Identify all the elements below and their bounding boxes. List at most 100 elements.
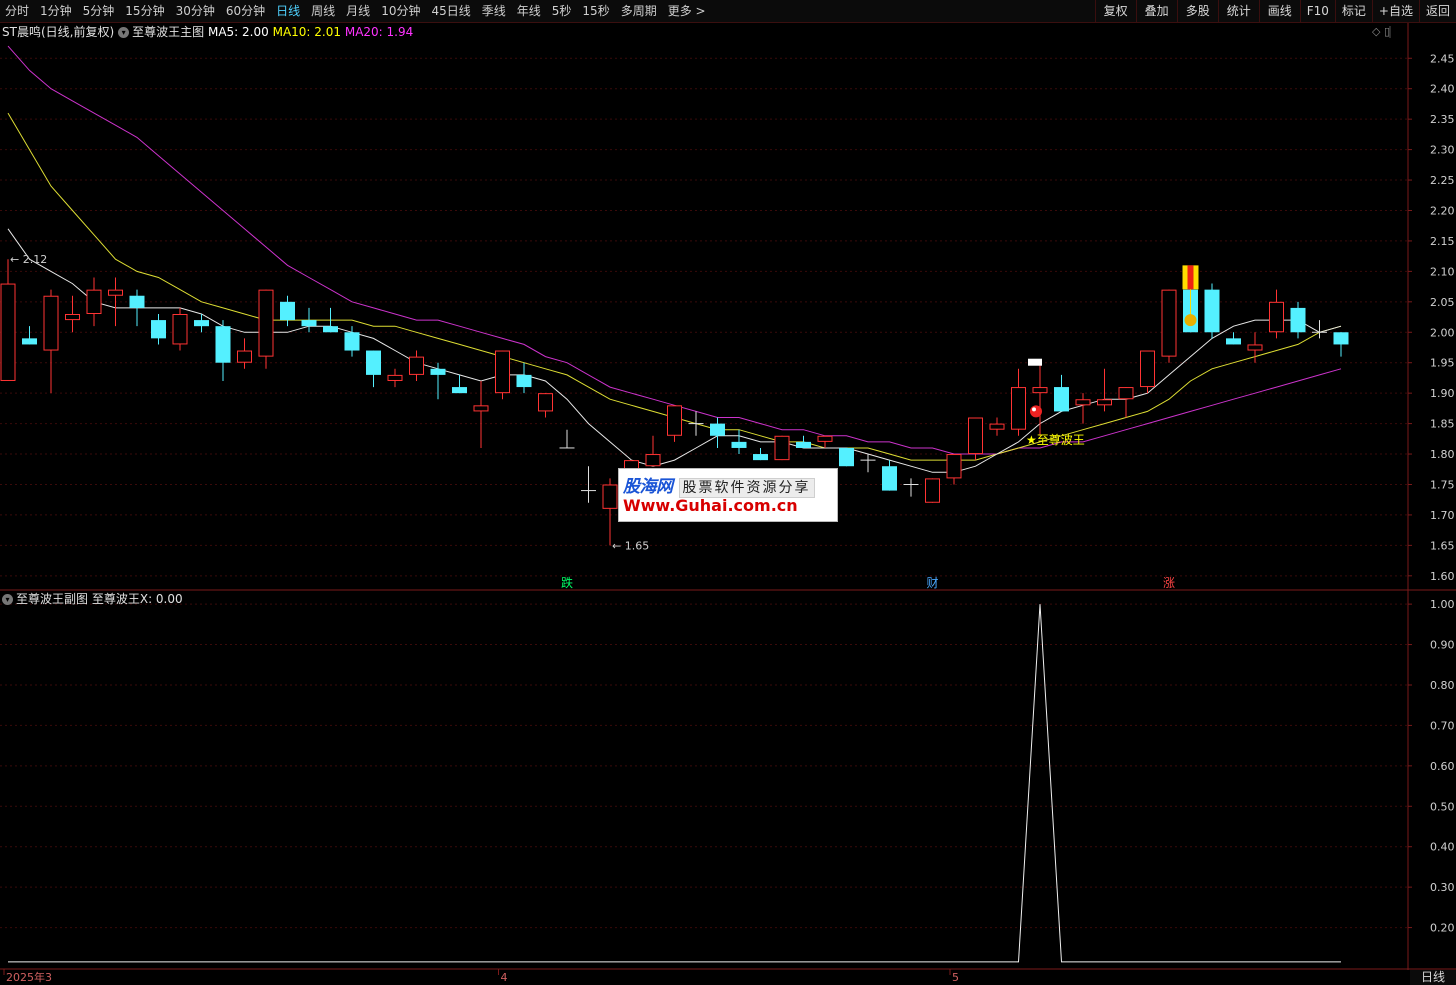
main-tick-label-3: 2.30 bbox=[1430, 144, 1455, 157]
candle-41 bbox=[882, 460, 897, 491]
sub-tick-label-0: 1.00 bbox=[1430, 598, 1455, 611]
period-tab-15[interactable]: 多周期 bbox=[616, 0, 663, 22]
event-marker-2: 涨 bbox=[1163, 575, 1175, 590]
tool-button-4[interactable]: 画线 bbox=[1258, 0, 1300, 22]
period-tab-1[interactable]: 1分钟 bbox=[35, 0, 78, 22]
candle-body-23 bbox=[495, 350, 510, 394]
watermark-banner: 股海网 股票软件资源分享 Www.Guhai.com.cn bbox=[618, 468, 838, 522]
candle-57 bbox=[1226, 332, 1241, 345]
period-tab-0[interactable]: 分时 bbox=[0, 0, 35, 22]
candle-28 bbox=[602, 478, 618, 546]
tool-button-2[interactable]: 多股 bbox=[1176, 0, 1218, 22]
period-tab-6[interactable]: 日线 bbox=[271, 0, 306, 22]
candle-body-37 bbox=[796, 441, 811, 448]
candle-body-11 bbox=[237, 350, 252, 363]
sub-indicator-settings-icon[interactable]: ▾ bbox=[2, 594, 13, 605]
tool-button-6[interactable]: 标记 bbox=[1334, 0, 1372, 22]
ma5-value: MA5: 2.00 bbox=[207, 25, 269, 39]
candle-body-19 bbox=[409, 356, 424, 375]
period-tab-7[interactable]: 周线 bbox=[306, 0, 341, 22]
sub-indicator-name[interactable]: 至尊波王副图 bbox=[16, 592, 88, 606]
sub-chart bbox=[8, 604, 1341, 963]
candle-3 bbox=[65, 295, 80, 333]
tool-button-0[interactable]: 复权 bbox=[1094, 0, 1136, 22]
period-tab-3[interactable]: 15分钟 bbox=[120, 0, 170, 22]
period-tab-2[interactable]: 5分钟 bbox=[78, 0, 121, 22]
candle-body-49 bbox=[1054, 387, 1069, 412]
candle-body-9 bbox=[194, 320, 209, 327]
candle-body-22 bbox=[473, 405, 489, 412]
chart-corner-icons[interactable]: ◇ ▯ bbox=[1372, 24, 1390, 40]
candle-body-13 bbox=[280, 301, 295, 321]
candle-body-20 bbox=[430, 368, 446, 375]
tool-button-1[interactable]: 叠加 bbox=[1135, 0, 1177, 22]
candle-body-10 bbox=[215, 326, 231, 363]
candle-body-46 bbox=[989, 423, 1005, 430]
main-tick-label-5: 2.20 bbox=[1430, 204, 1455, 217]
period-tab-4[interactable]: 30分钟 bbox=[171, 0, 221, 22]
tool-button-3[interactable]: 统计 bbox=[1217, 0, 1259, 22]
period-tab-9[interactable]: 10分钟 bbox=[376, 0, 426, 22]
watermark-url: Www.Guhai.com.cn bbox=[623, 496, 798, 515]
candle-body-18 bbox=[387, 374, 403, 381]
candle-body-6 bbox=[129, 295, 145, 308]
candle-body-31 bbox=[667, 405, 682, 436]
candle-body-17 bbox=[366, 350, 381, 375]
tool-button-8[interactable]: 返回 bbox=[1418, 0, 1456, 22]
candle-body-48 bbox=[1032, 387, 1048, 394]
toolbar: 分时 1分钟 5分钟 15分钟 30分钟 60分钟 日线 周线 月线 10分钟 45日线 季线 年线 5秒… bbox=[0, 0, 1456, 23]
main-tick-label-7: 2.10 bbox=[1430, 265, 1455, 278]
candle-body-1 bbox=[22, 338, 37, 345]
candle-body-50 bbox=[1075, 399, 1091, 406]
indicator-settings-icon[interactable]: ▾ bbox=[118, 27, 130, 38]
period-tab-16[interactable]: 更多 > bbox=[663, 0, 712, 22]
candle-27 bbox=[581, 466, 596, 503]
period-tabs: 分时 1分钟 5分钟 15分钟 30分钟 60分钟 日线 周线 月线 10分钟 45日线 季线 年线 5秒… bbox=[0, 0, 712, 22]
candle-body-12 bbox=[258, 289, 274, 357]
candle-33 bbox=[710, 417, 725, 448]
period-tab-13[interactable]: 5秒 bbox=[547, 0, 578, 22]
watermark-logo: 股海网 bbox=[623, 477, 673, 497]
candle-23 bbox=[495, 350, 510, 400]
candle-body-4 bbox=[86, 289, 102, 314]
candle-43 bbox=[925, 478, 940, 503]
candle-8 bbox=[172, 307, 188, 351]
main-tick-label-1: 2.40 bbox=[1430, 83, 1455, 96]
candle-59 bbox=[1269, 289, 1284, 339]
candle-30 bbox=[645, 435, 661, 467]
period-tab-14[interactable]: 15秒 bbox=[577, 0, 615, 22]
watermark-slogan: 股票软件资源分享 bbox=[678, 478, 815, 498]
candle-39 bbox=[839, 447, 854, 467]
candle-body-5 bbox=[108, 289, 123, 296]
candle-26 bbox=[559, 429, 575, 449]
candle-body-39 bbox=[839, 447, 854, 467]
candle-body-51 bbox=[1097, 399, 1112, 406]
period-tab-5[interactable]: 60分钟 bbox=[221, 0, 271, 22]
period-tab-12[interactable]: 年线 bbox=[512, 0, 547, 22]
candle-1 bbox=[22, 326, 37, 345]
tool-button-7[interactable]: +自选 bbox=[1371, 0, 1419, 22]
period-label[interactable]: 日线 bbox=[1410, 970, 1456, 985]
candle-body-45 bbox=[968, 417, 983, 455]
tool-button-5[interactable]: F10 bbox=[1299, 0, 1335, 22]
sub-tick-label-3: 0.70 bbox=[1430, 719, 1455, 732]
candle-body-57 bbox=[1226, 338, 1241, 345]
period-tab-8[interactable]: 月线 bbox=[341, 0, 376, 22]
candle-20 bbox=[430, 362, 446, 400]
period-tab-11[interactable]: 季线 bbox=[477, 0, 512, 22]
candle-13 bbox=[280, 295, 295, 327]
sub-tick-label-1: 0.90 bbox=[1430, 639, 1455, 652]
signal-label: ★至尊波王 bbox=[1026, 432, 1085, 447]
main-indicator-name[interactable]: 至尊波王主图 bbox=[132, 25, 204, 39]
top-flag-stripe bbox=[1187, 265, 1194, 290]
period-tab-10[interactable]: 45日线 bbox=[426, 0, 476, 22]
main-tick-label-16: 1.65 bbox=[1430, 539, 1455, 552]
candle-21 bbox=[452, 374, 467, 394]
candle-body-2 bbox=[43, 295, 59, 351]
signal-x-line bbox=[8, 604, 1341, 963]
candle-body-35 bbox=[753, 454, 768, 461]
candle-body-16 bbox=[344, 332, 360, 351]
candle-51 bbox=[1097, 368, 1112, 412]
candle-46 bbox=[989, 417, 1005, 436]
candle-50 bbox=[1075, 393, 1091, 424]
